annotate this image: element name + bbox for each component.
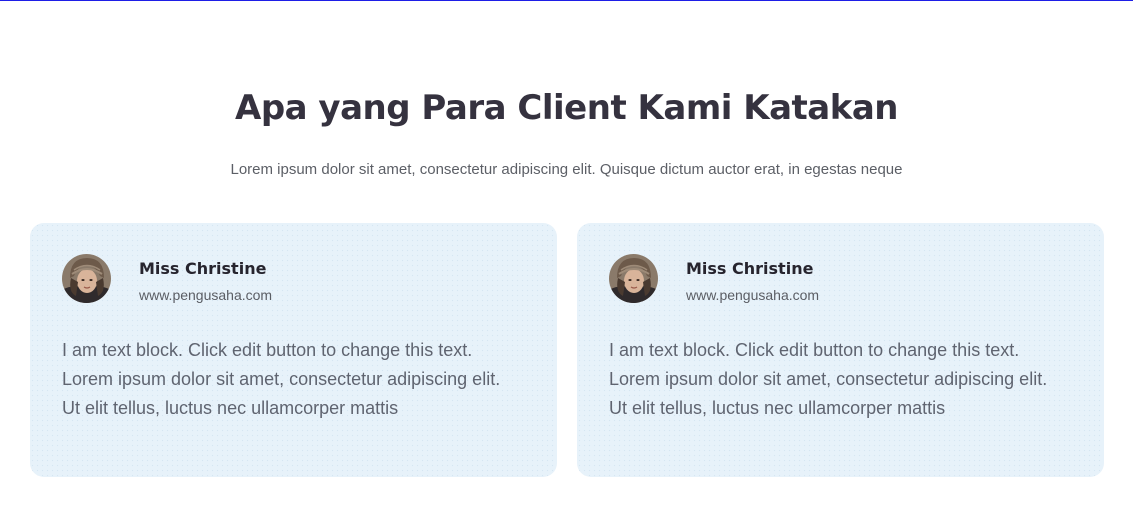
avatar-icon [62,254,111,303]
quote-line: Ut elit tellus, luctus nec ullamcorper m… [62,398,399,418]
avatar-icon [609,254,658,303]
top-accent-line [0,0,1133,1]
testimonial-card: Miss Christine www.pengusaha.com I am te… [30,223,557,477]
testimonial-card: Miss Christine www.pengusaha.com I am te… [577,223,1104,477]
quote-line: Lorem ipsum dolor sit amet, consectetur … [609,369,1048,389]
client-website: www.pengusaha.com [686,287,820,303]
client-website: www.pengusaha.com [139,287,273,303]
testimonial-text: I am text block. Click edit button to ch… [609,336,1079,423]
quote-line: I am text block. Click edit button to ch… [62,340,473,360]
quote-line: I am text block. Click edit button to ch… [609,340,1020,360]
testimonial-text: I am text block. Click edit button to ch… [62,336,532,423]
section-title: Apa yang Para Client Kami Katakan [235,88,899,128]
client-name: Miss Christine [139,259,267,278]
client-name: Miss Christine [686,259,814,278]
quote-line: Ut elit tellus, luctus nec ullamcorper m… [609,398,946,418]
section-subtitle: Lorem ipsum dolor sit amet, consectetur … [230,161,903,178]
quote-line: Lorem ipsum dolor sit amet, consectetur … [62,369,501,389]
